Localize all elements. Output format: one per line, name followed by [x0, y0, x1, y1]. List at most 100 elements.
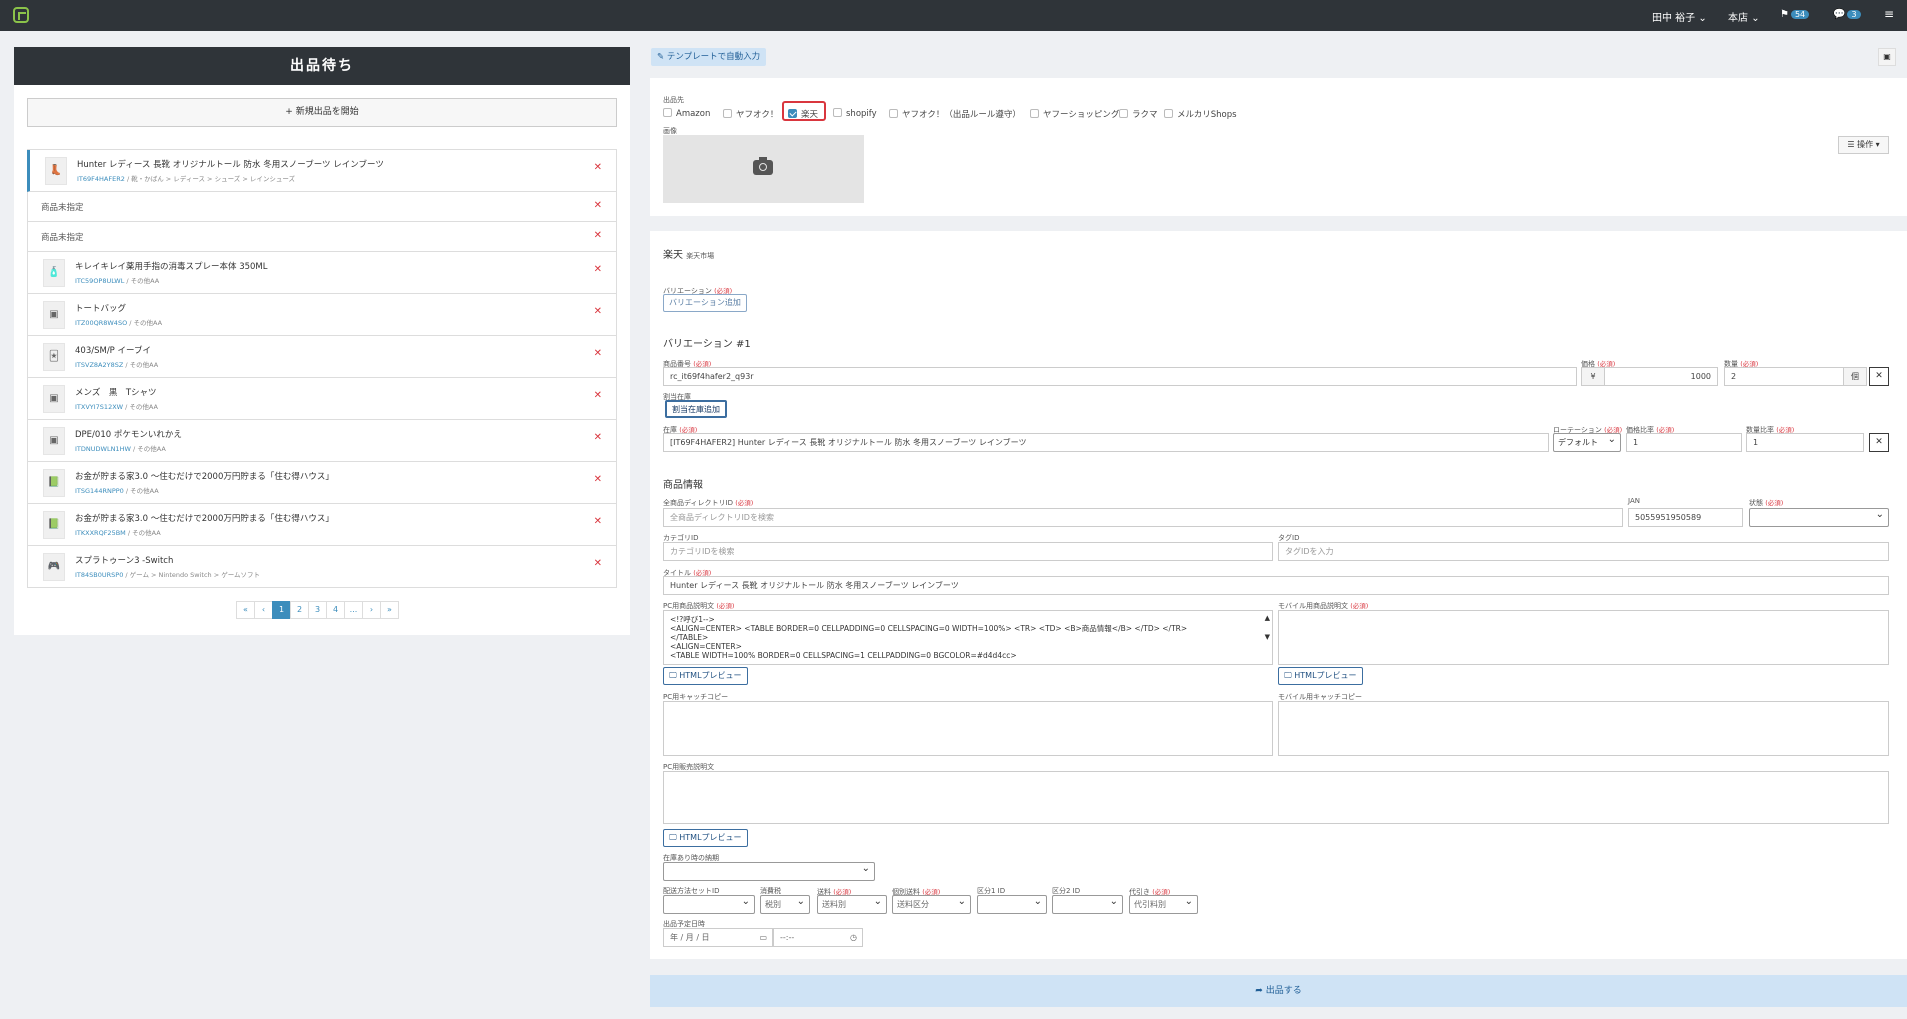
- list-item[interactable]: 📗 お金が貯まる家3.0 ～住むだけで2000万円貯まる「住む得ハウス」 ITKXX…: [27, 504, 617, 546]
- postage-select[interactable]: 送料別: [817, 893, 887, 914]
- item-id[interactable]: ITC59OP8ULWL: [75, 277, 124, 285]
- directory-search[interactable]: 全商品ディレクトリIDを検索: [663, 508, 1623, 527]
- k2-select[interactable]: [1052, 893, 1123, 914]
- scroll-down-icon[interactable]: ▼: [1265, 633, 1270, 642]
- list-item[interactable]: ▣ DPE/010 ポケモンいれかえ ITDNUDWLN1HW / その他AA ✕: [27, 420, 617, 462]
- list-item[interactable]: 👢 Hunter レディース 長靴 オリジナルトール 防水 冬用スノーブーツ レイ…: [27, 150, 617, 192]
- title-input[interactable]: Hunter レディース 長靴 オリジナルトール 防水 冬用スノーブーツ レイン…: [663, 576, 1889, 595]
- remove-icon[interactable]: ✕: [594, 306, 602, 317]
- operations-menu-button[interactable]: ☰ 操作 ▾: [1838, 136, 1889, 154]
- remove-icon[interactable]: ✕: [594, 162, 602, 173]
- pc-catchcopy-textarea[interactable]: [663, 701, 1273, 756]
- item-id[interactable]: ITZ00QR8W4SO: [75, 319, 127, 327]
- notifications-button[interactable]: ⚑ 54: [1780, 9, 1810, 20]
- list-item[interactable]: 🎮 スプラトゥーン3 -Switch IT84SB0URSP0 / ゲーム > Ni…: [27, 546, 617, 588]
- qty-ratio-input[interactable]: 1: [1746, 433, 1864, 452]
- qty-input[interactable]: 2: [1724, 367, 1844, 386]
- mobile-html-preview-button[interactable]: 🖵 HTMLプレビュー: [1278, 667, 1363, 685]
- mobile-catchcopy-textarea[interactable]: [1278, 701, 1889, 756]
- list-item[interactable]: 商品未指定 ✕: [27, 222, 617, 252]
- pc-sales-textarea[interactable]: [663, 771, 1889, 824]
- channel-rakuma[interactable]: ラクマ: [1119, 108, 1158, 120]
- sku-input[interactable]: rc_it69f4hafer2_q93r: [663, 367, 1577, 386]
- list-item[interactable]: 📗 お金が貯まる家3.0 ～住むだけで2000万円貯まる「住む得ハウス」 ITSG1…: [27, 462, 617, 504]
- item-meta: ITDNUDWLN1HW / その他AA: [75, 445, 166, 453]
- stock-period-select[interactable]: [663, 860, 875, 881]
- condition-select[interactable]: [1749, 506, 1889, 527]
- channel-yahoo-shopping[interactable]: ヤフーショッピング: [1030, 108, 1119, 120]
- image-upload-area[interactable]: [663, 135, 864, 203]
- sales-html-preview-button[interactable]: 🖵 HTMLプレビュー: [663, 829, 748, 847]
- list-item[interactable]: 🃏 403/SM/P イーブイ ITSVZ8A2Y8SZ / その他AA ✕: [27, 336, 617, 378]
- rotation-select[interactable]: デフォルト: [1553, 431, 1621, 452]
- pc-description-textarea[interactable]: <!?呼び1--> <ALIGN=CENTER> <TABLE BORDER=0…: [663, 610, 1273, 665]
- item-id[interactable]: ITSG144RNPP0: [75, 487, 124, 495]
- item-id[interactable]: ITSVZ8A2Y8SZ: [75, 361, 123, 369]
- scroll-up-icon[interactable]: ▲: [1265, 614, 1270, 623]
- k1-select[interactable]: [977, 893, 1047, 914]
- messages-button[interactable]: 💬 3: [1833, 9, 1861, 20]
- page-button[interactable]: ‹: [254, 601, 273, 619]
- item-id[interactable]: IT84SB0URSP0: [75, 571, 123, 579]
- add-variation-button[interactable]: バリエーション追加: [663, 294, 747, 312]
- hamburger-menu-icon[interactable]: ≡: [1884, 7, 1894, 21]
- remove-icon[interactable]: ✕: [594, 558, 602, 569]
- individual-postage-select[interactable]: 送料区分: [892, 893, 971, 914]
- ship-set-select[interactable]: [663, 893, 755, 914]
- category-search[interactable]: カテゴリIDを検索: [663, 542, 1273, 561]
- page-button[interactable]: 3: [308, 601, 327, 619]
- list-item[interactable]: 🧴 キレイキレイ薬用手指の消毒スプレー本体 350ML ITC59OP8ULWL /…: [27, 252, 617, 294]
- list-item[interactable]: ▣ トートバッグ ITZ00QR8W4SO / その他AA ✕: [27, 294, 617, 336]
- list-item[interactable]: 商品未指定 ✕: [27, 192, 617, 222]
- remove-icon[interactable]: ✕: [594, 516, 602, 527]
- store-menu[interactable]: 本店 ⌄: [1728, 9, 1760, 24]
- mobile-description-textarea[interactable]: [1278, 610, 1889, 665]
- price-input[interactable]: 1000: [1604, 367, 1718, 386]
- app-logo-icon[interactable]: [13, 7, 29, 23]
- list-item[interactable]: ▣ メンズ 黒 Tシャツ ITXVYI7S12XW / その他AA ✕: [27, 378, 617, 420]
- remove-icon[interactable]: ✕: [594, 390, 602, 401]
- monitor-icon: 🖵: [669, 833, 680, 842]
- remove-icon[interactable]: ✕: [594, 264, 602, 275]
- channel-yahoo-auction[interactable]: ヤフオク！: [723, 108, 778, 120]
- remove-icon[interactable]: ✕: [594, 200, 602, 211]
- price-ratio-input[interactable]: 1: [1626, 433, 1742, 452]
- remove-stock-button[interactable]: ✕: [1869, 433, 1889, 452]
- channel-rakuten[interactable]: 楽天: [788, 108, 818, 120]
- page-button[interactable]: 2: [290, 601, 309, 619]
- tax-select[interactable]: 税別: [760, 893, 810, 914]
- item-id[interactable]: ITDNUDWLN1HW: [75, 445, 131, 453]
- item-id[interactable]: ITXVYI7S12XW: [75, 403, 123, 411]
- page-button[interactable]: 1: [272, 601, 291, 619]
- channel-yahoo-auction-rules[interactable]: ヤフオク！（出品ルール遵守）: [889, 108, 1021, 120]
- channel-mercari-shops[interactable]: メルカリShops: [1164, 108, 1237, 120]
- page-button[interactable]: »: [380, 601, 399, 619]
- schedule-time-input[interactable]: --:-- ◷: [773, 928, 863, 947]
- stock-input[interactable]: [IT69F4HAFER2] Hunter レディース 長靴 オリジナルトール …: [663, 433, 1549, 452]
- page-button[interactable]: 4: [326, 601, 345, 619]
- pc-html-preview-button[interactable]: 🖵 HTMLプレビュー: [663, 667, 748, 685]
- schedule-date-input[interactable]: 年 / 月 / 日 ▭: [663, 928, 773, 947]
- remove-icon[interactable]: ✕: [594, 230, 602, 241]
- cod-select[interactable]: 代引料別: [1129, 893, 1198, 914]
- page-button[interactable]: ...: [344, 601, 363, 619]
- channel-shopify[interactable]: shopify: [833, 108, 877, 119]
- tag-input[interactable]: タグIDを入力: [1278, 542, 1889, 561]
- save-icon[interactable]: ▣: [1878, 48, 1896, 66]
- jan-input[interactable]: 5055951950589: [1628, 508, 1743, 527]
- channel-amazon[interactable]: Amazon: [663, 108, 710, 119]
- template-autofill-button[interactable]: ✎ テンプレートで自動入力: [651, 48, 767, 66]
- share-icon: ➦: [1255, 986, 1266, 996]
- remove-icon[interactable]: ✕: [594, 348, 602, 359]
- user-menu[interactable]: 田中 裕子 ⌄: [1652, 9, 1707, 24]
- remove-icon[interactable]: ✕: [594, 474, 602, 485]
- page-button[interactable]: ›: [362, 601, 381, 619]
- page-button[interactable]: «: [236, 601, 255, 619]
- add-alloc-button[interactable]: 割当在庫追加: [665, 400, 727, 418]
- item-id[interactable]: IT69F4HAFER2: [77, 175, 125, 183]
- submit-listing-button[interactable]: ➦ 出品する: [650, 975, 1907, 1007]
- remove-icon[interactable]: ✕: [594, 432, 602, 443]
- item-id[interactable]: ITKXXRQF25BM: [75, 529, 126, 537]
- remove-variation-button[interactable]: ✕: [1869, 367, 1889, 386]
- new-listing-button[interactable]: + 新規出品を開始: [27, 98, 617, 127]
